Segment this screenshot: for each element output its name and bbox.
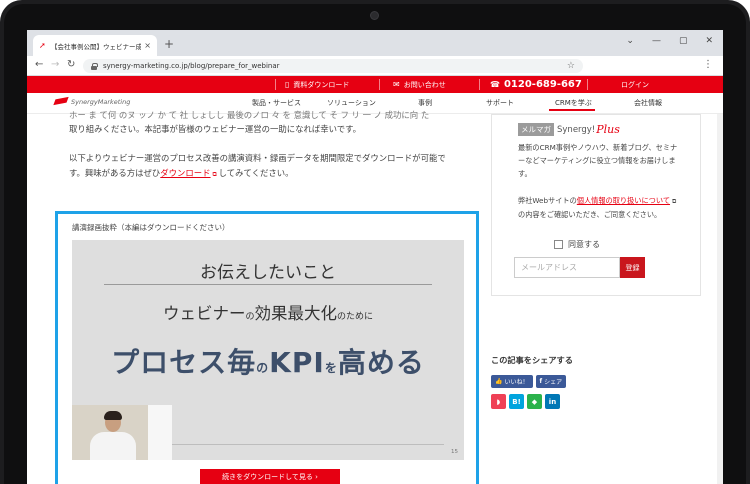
newsletter-card: メルマガ Synergy! Plus 最新のCRM事例やノウハウ、新着ブログ、セ… (491, 114, 701, 296)
feedly-icon[interactable]: ◆ (527, 394, 542, 409)
reload-icon[interactable]: ↻ (67, 59, 75, 70)
article-paragraph: 取り組みください。本記事が皆様のウェビナー運営の一助になれば幸いです。 (69, 124, 362, 134)
facebook-like-button[interactable]: 👍 いいね！ (491, 375, 533, 388)
screen: ➚ 【会社事例公開】ウェビナー成功に向 × + ⌄ — ▢ ✕ ← → ↻ sy… (27, 30, 723, 484)
window-controls: ⌄ — ▢ ✕ (626, 36, 713, 46)
nav-item-support[interactable]: サポート (486, 98, 514, 108)
page-scrollbar[interactable] (717, 114, 723, 484)
brochure-link[interactable]: ▯ 資料ダウンロード (285, 76, 349, 93)
newsletter-name: Synergy! (557, 124, 596, 135)
article-paragraph: す。興味がある方はぜひダウンロード ⧉ してみてください。 (69, 168, 294, 178)
presenter-side-panel (148, 405, 172, 460)
new-tab-button[interactable]: + (164, 37, 174, 51)
slide-divider (104, 284, 432, 285)
document-icon: ▯ (285, 80, 290, 89)
newsletter-header: メルマガ Synergy! Plus (518, 123, 620, 136)
share-title: この記事をシェアする (491, 355, 573, 365)
slide-headline: プロセス毎のKPIを高める (111, 346, 425, 379)
address-bar[interactable]: synergy-marketing.co.jp/blog/prepare_for… (83, 59, 583, 73)
newsletter-description: 最新のCRM事例やノウハウ、新着ブログ、セミナーなどマーケティングに役立つ情報を… (518, 143, 678, 178)
nav-item-products[interactable]: 製品・サービス (252, 98, 301, 108)
newsletter-badge: メルマガ (518, 123, 554, 136)
site-logo[interactable]: SynergyMarketing (55, 96, 130, 108)
contact-label: お問い合わせ (403, 80, 446, 89)
topbar-divider (587, 79, 588, 90)
site-topbar: ▯ 資料ダウンロード ✉ お問い合わせ ☎ 0120-689-667 ログイン (27, 76, 723, 93)
privacy-notice: 弊社Webサイトの個人情報の取り扱いについて ⧉ の内容をご確認いただき、ご同意… (518, 196, 677, 219)
hatena-icon[interactable]: B! (509, 394, 524, 409)
email-input[interactable]: メールアドレス (514, 257, 620, 278)
nav-item-cases[interactable]: 事例 (418, 98, 432, 108)
nav-item-learn-crm[interactable]: CRMを学ぶ (555, 98, 592, 108)
agree-row: 同意する (554, 239, 600, 250)
nav-active-indicator (549, 109, 595, 111)
pocket-icon[interactable]: ◗ (491, 394, 506, 409)
external-link-icon: ⧉ (670, 198, 677, 205)
article-paragraph: 以下よりウェビナー運営のプロセス改善の講演資料・録画データを期間限定でダウンロー… (69, 153, 446, 163)
minimize-icon[interactable]: — (652, 36, 661, 46)
presenter-video (72, 405, 148, 460)
tab-strip: ➚ 【会社事例公開】ウェビナー成功に向 × + ⌄ — ▢ ✕ (27, 30, 723, 56)
back-icon[interactable]: ← (35, 59, 43, 70)
download-continue-button[interactable]: 続きをダウンロードして見る › (200, 469, 340, 484)
browser-tab[interactable]: ➚ 【会社事例公開】ウェビナー成功に向 × (33, 35, 157, 56)
agree-checkbox[interactable] (554, 240, 563, 249)
logo-text: SynergyMarketing (71, 98, 131, 106)
download-link[interactable]: ダウンロード (160, 168, 210, 178)
topbar-divider (479, 79, 480, 90)
article-cut-line: ホー ま て何 のヌ ッノ か て 社 しょしし 最後のノロ 々 を 意識して … (69, 110, 430, 120)
slide-page-number: 15 (451, 449, 458, 455)
topbar-divider (379, 79, 380, 90)
browser-toolbar: ← → ↻ synergy-marketing.co.jp/blog/prepa… (27, 56, 723, 76)
mail-icon: ✉ (393, 80, 400, 89)
facebook-share-button[interactable]: f シェア (535, 375, 567, 388)
maximize-icon[interactable]: ▢ (679, 36, 688, 46)
privacy-policy-link[interactable]: 個人情報の取り扱いについて (577, 196, 670, 205)
tab-title: 【会社事例公開】ウェビナー成功に向 (51, 42, 142, 51)
login-label: ログイン (621, 80, 649, 89)
thumbs-up-icon: 👍 (495, 378, 503, 385)
video-caption: 講演録画抜粋（本編はダウンロードください） (72, 223, 230, 232)
login-link[interactable]: ログイン (621, 76, 649, 93)
topbar-divider (275, 79, 276, 90)
logo-mark-icon (55, 96, 69, 108)
page-content: ホー ま て何 のヌ ッノ か て 社 しょしし 最後のノロ 々 を 意識して … (27, 110, 723, 484)
close-window-icon[interactable]: ✕ (705, 36, 713, 46)
favicon-icon: ➚ (39, 40, 46, 50)
slide-title: お伝えしたいこと (200, 263, 336, 283)
lock-icon (91, 62, 98, 70)
laptop-bezel: ➚ 【会社事例公開】ウェビナー成功に向 × + ⌄ — ▢ ✕ ← → ↻ sy… (0, 0, 750, 484)
browser-menu-icon[interactable]: ⋮ (703, 59, 713, 70)
video-player[interactable]: お伝えしたいこと ウェビナーの効果最大化のために プロセス毎のKPIを高める 1… (72, 240, 464, 460)
presenter-body (90, 432, 136, 460)
facebook-icon: f (539, 378, 543, 385)
share-row-facebook: 👍 いいね！ f シェア (491, 375, 567, 388)
phone-number: 0120-689-667 (503, 79, 582, 90)
video-excerpt-box: 講演録画抜粋（本編はダウンロードください） お伝えしたいこと ウェビナーの効果最… (55, 211, 479, 484)
newsletter-plus: Plus (596, 123, 620, 136)
phone-link[interactable]: ☎ 0120-689-667 (490, 76, 582, 93)
contact-link[interactable]: ✉ お問い合わせ (393, 76, 446, 93)
share-row-icons: ◗ B! ◆ in (491, 394, 560, 409)
nav-item-company[interactable]: 会社情報 (634, 98, 662, 108)
nav-item-solutions[interactable]: ソリューション (327, 98, 376, 108)
brochure-label: 資料ダウンロード (293, 80, 350, 89)
agree-label: 同意する (568, 240, 600, 249)
bookmark-star-icon[interactable]: ☆ (567, 61, 575, 71)
linkedin-icon[interactable]: in (545, 394, 560, 409)
slide-subtitle: ウェビナーの効果最大化のために (162, 304, 374, 323)
external-link-icon: ⧉ (210, 171, 219, 178)
tab-search-icon[interactable]: ⌄ (626, 36, 634, 46)
forward-icon[interactable]: → (51, 59, 59, 70)
phone-icon: ☎ (490, 80, 500, 89)
close-tab-icon[interactable]: × (144, 41, 151, 50)
register-button[interactable]: 登録 (620, 257, 645, 278)
url-text: synergy-marketing.co.jp/blog/prepare_for… (103, 62, 280, 70)
webcam (370, 11, 379, 20)
